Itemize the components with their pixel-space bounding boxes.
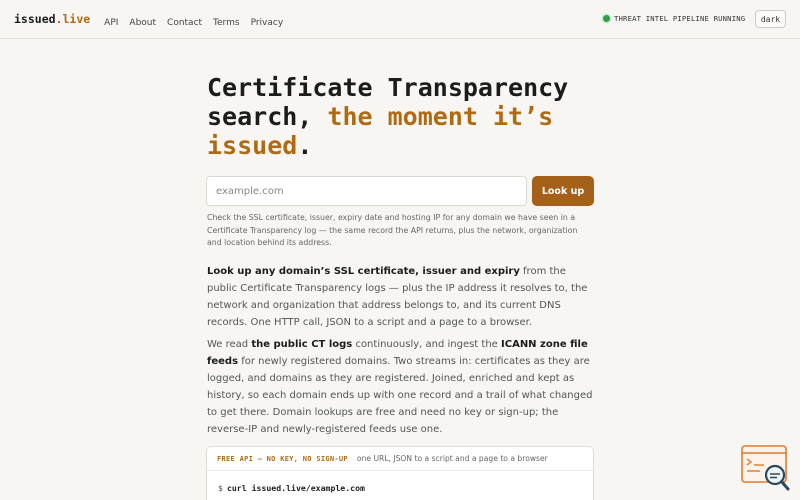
intro2-text-b: continuously, and ingest the [352,339,502,350]
intro2-text-c: for newly registered domains. Two stream… [207,356,593,435]
ct-logs-bold: the public CT logs [251,339,353,350]
theme-toggle-button[interactable]: dark [755,10,786,28]
api-command-line[interactable]: $ curl issued.live/example.com [218,483,365,493]
status-text: THREAT INTEL PIPELINE RUNNING [614,14,746,23]
nav-link-privacy[interactable]: Privacy [251,18,284,28]
title-end: . [297,131,313,160]
main-nav: API About Contact Terms Privacy [104,10,294,29]
nav-link-contact[interactable]: Contact [167,18,202,28]
intro-paragraph-1: Look up any domain’s SSL certificate, is… [207,263,597,331]
lookup-button[interactable]: Look up [532,176,594,206]
intro-paragraph-2: We read the public CT logs continuously,… [207,336,597,438]
pipeline-status: THREAT INTEL PIPELINE RUNNING [603,14,745,23]
api-subtitle: one URL, JSON to a script and a page to … [356,454,548,463]
curl-command: curl issued.live/example.com [226,483,365,493]
api-card-header: FREE API — NO KEY, NO SIGN-UP one URL, J… [207,447,593,471]
nav-link-api[interactable]: API [104,18,118,28]
api-example-card: FREE API — NO KEY, NO SIGN-UP one URL, J… [206,446,594,500]
api-tag: FREE API — NO KEY, NO SIGN-UP [217,454,348,463]
search-hint: Check the SSL certificate, issuer, expir… [207,213,578,248]
log-search-icon[interactable] [740,444,792,492]
page-title: Certificate Transparency search, the mom… [207,73,607,160]
nav-link-terms[interactable]: Terms [213,18,240,28]
intro-bold: Look up any domain’s SSL certificate, is… [207,266,520,277]
brand-tld: .live [55,12,91,26]
nav-link-about[interactable]: About [129,18,156,28]
brand-logo[interactable]: issued.live [14,12,90,26]
status-dot-icon [603,15,610,22]
shell-prompt: $ [218,483,223,493]
brand-name: issued [14,12,56,26]
intro2-text-a: We read [207,339,252,350]
domain-search-input[interactable] [206,176,527,206]
